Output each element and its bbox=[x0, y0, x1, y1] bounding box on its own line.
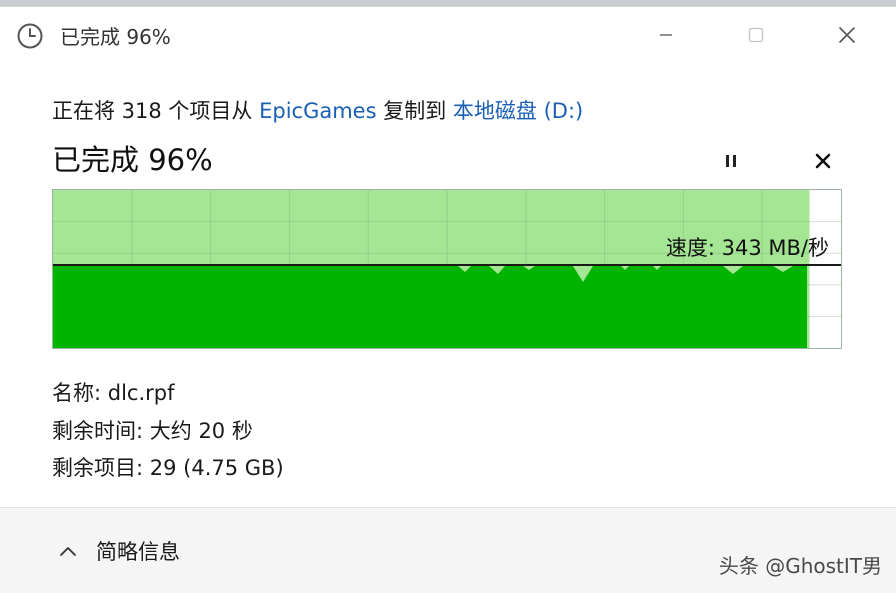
title-bar[interactable]: 已完成 96% bbox=[0, 7, 896, 65]
speed-fill bbox=[53, 264, 807, 348]
close-icon bbox=[839, 27, 855, 43]
transfer-speed-graph: 速度: 343 MB/秒 bbox=[52, 189, 842, 349]
pause-icon bbox=[726, 155, 736, 167]
fewer-details-label: 简略信息 bbox=[96, 540, 180, 564]
items-remaining-label: 剩余项目: bbox=[52, 456, 144, 480]
watermark: 头条 @GhostIT男 bbox=[718, 554, 882, 578]
close-window-button[interactable] bbox=[824, 17, 870, 53]
destination-link[interactable]: 本地磁盘 (D:) bbox=[453, 99, 583, 123]
minimize-button[interactable] bbox=[643, 17, 689, 53]
speed-label: 速度: 343 MB/秒 bbox=[665, 236, 829, 260]
copy-dialog: 已完成 96% 正在将 318 个项目从 EpicGames 复制到 本地磁盘 … bbox=[0, 6, 896, 593]
time-remaining-label: 剩余时间: bbox=[52, 419, 144, 443]
maximize-button[interactable] bbox=[733, 17, 779, 53]
speed-graph-svg bbox=[53, 190, 841, 348]
items-remaining-row: 剩余项目: 29 (4.75 GB) bbox=[52, 452, 284, 482]
copy-description: 正在将 318 个项目从 EpicGames 复制到 本地磁盘 (D:) bbox=[52, 95, 583, 125]
source-link[interactable]: EpicGames bbox=[259, 99, 376, 123]
pause-button[interactable] bbox=[714, 144, 748, 178]
fewer-details-toggle[interactable]: 简略信息 bbox=[58, 536, 180, 566]
maximize-icon bbox=[748, 27, 764, 43]
progress-status: 已完成 96% bbox=[52, 143, 213, 177]
copy-middle: 复制到 bbox=[376, 99, 453, 123]
minimize-icon bbox=[660, 34, 672, 36]
window-title: 已完成 96% bbox=[60, 25, 171, 49]
time-remaining-value: 大约 20 秒 bbox=[149, 419, 253, 443]
clock-icon bbox=[17, 23, 43, 49]
cancel-icon bbox=[815, 153, 831, 169]
cancel-button[interactable] bbox=[806, 144, 840, 178]
time-remaining-row: 剩余时间: 大约 20 秒 bbox=[52, 415, 253, 445]
chevron-up-icon bbox=[60, 547, 76, 556]
file-name-row: 名称: dlc.rpf bbox=[52, 377, 175, 407]
file-name-label: 名称: bbox=[52, 381, 102, 405]
copy-prefix: 正在将 318 个项目从 bbox=[52, 99, 260, 123]
items-remaining-value: 29 (4.75 GB) bbox=[149, 456, 284, 480]
file-name-value: dlc.rpf bbox=[107, 381, 175, 405]
dialog-footer: 简略信息 头条 @GhostIT男 bbox=[0, 508, 896, 593]
